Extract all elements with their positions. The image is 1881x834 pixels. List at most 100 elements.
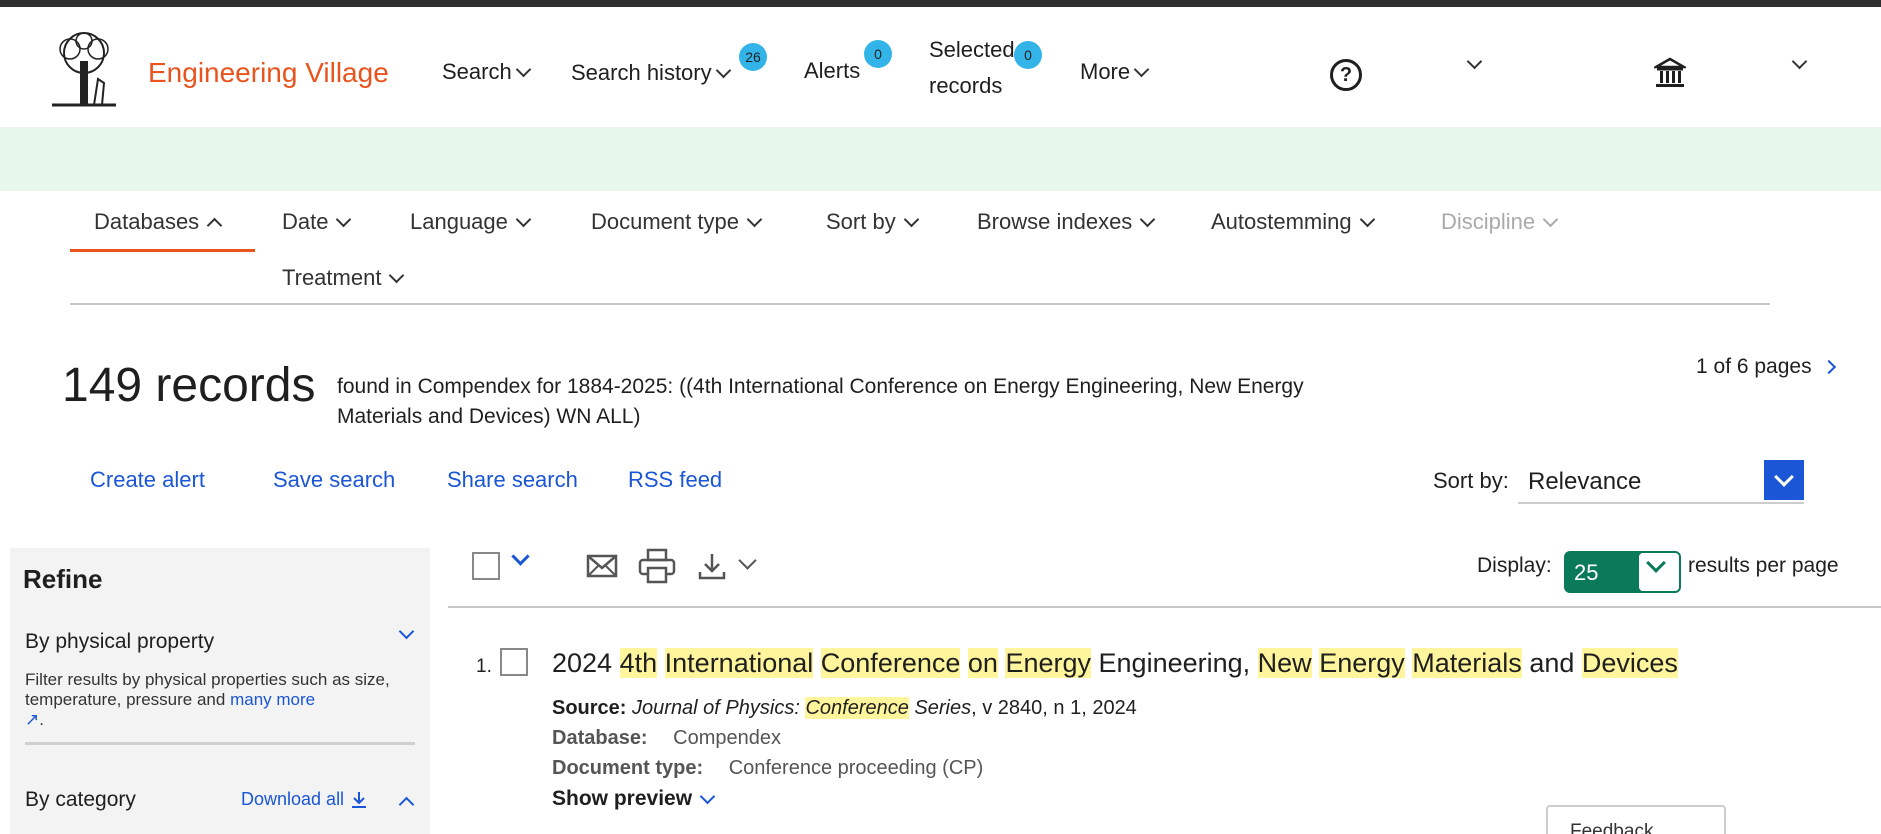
chevron-down-icon — [1542, 211, 1559, 227]
nav-more[interactable]: More — [1080, 59, 1150, 85]
filter-browse-indexes[interactable]: Browse indexes — [977, 209, 1156, 235]
download-all-label: Download all — [241, 789, 345, 809]
active-filter-underline — [70, 249, 255, 252]
physical-property-section[interactable]: By physical property — [25, 630, 214, 654]
many-more-link[interactable]: many more — [230, 690, 315, 709]
title-word: Engineering, — [1098, 648, 1251, 678]
filter-databases-label: Databases — [94, 209, 200, 234]
results-per-page-value: 25 — [1574, 560, 1599, 585]
sidebar-divider — [25, 742, 415, 745]
refine-sidebar: Refine By physical property Filter resul… — [10, 548, 430, 834]
results-per-page-select[interactable]: 25 — [1564, 551, 1681, 593]
rss-feed-link[interactable]: RSS feed — [628, 467, 722, 493]
nav-alerts[interactable]: Alerts — [804, 58, 860, 84]
title-word-highlighted: Materials — [1412, 648, 1522, 678]
title-word-highlighted: International — [664, 648, 814, 678]
filter-document-type-label: Document type — [591, 209, 739, 234]
nav-selected-records-line1: Selected — [929, 37, 1015, 62]
filter-date[interactable]: Date — [282, 209, 352, 235]
download-all-link[interactable]: Download all — [241, 789, 368, 810]
chevron-down-icon — [336, 211, 352, 227]
database-label: Database: — [552, 727, 648, 749]
nav-search-history-label: Search history — [571, 60, 712, 85]
download-icon[interactable] — [697, 548, 727, 584]
result-database: Database: Compendex — [552, 727, 781, 750]
filter-treatment[interactable]: Treatment — [282, 265, 405, 291]
document-type-label: Document type: — [552, 757, 704, 779]
physical-property-description-text: Filter results by physical properties su… — [25, 670, 390, 709]
external-link-icon[interactable]: ↗ — [25, 710, 39, 729]
chevron-up-icon — [206, 217, 223, 233]
nav-more-label: More — [1080, 59, 1131, 84]
search-history-count-badge: 26 — [739, 43, 767, 71]
elsevier-tree-logo[interactable] — [42, 31, 126, 109]
chevron-down-icon — [1133, 61, 1150, 77]
result-number: 1. — [476, 656, 492, 677]
feedback-button[interactable]: Feedback — [1546, 805, 1726, 834]
share-search-link[interactable]: Share search — [447, 467, 578, 493]
save-search-link[interactable]: Save search — [273, 467, 395, 493]
header: Engineering Village Search Search histor… — [0, 7, 1881, 127]
filter-autostemming[interactable]: Autostemming — [1211, 209, 1375, 235]
download-icon — [352, 791, 367, 808]
help-icon[interactable]: ? — [1330, 59, 1362, 91]
select-all-checkbox[interactable] — [472, 552, 500, 580]
by-category-chevron-up-icon[interactable] — [398, 796, 415, 813]
results-per-page-suffix: results per page — [1688, 554, 1839, 577]
filter-databases[interactable]: Databases — [94, 209, 223, 235]
result-select-checkbox[interactable] — [500, 648, 528, 676]
by-category-section[interactable]: By category — [25, 788, 136, 812]
chevron-down-icon — [699, 788, 716, 804]
title-word-highlighted: Energy — [1319, 648, 1405, 678]
physical-property-chevron-down-icon[interactable] — [398, 623, 415, 640]
title-word-highlighted: on — [967, 648, 998, 678]
chevron-down-icon — [389, 267, 405, 283]
source-journal-highlighted: Conference — [805, 697, 909, 719]
chevron-down-icon — [903, 211, 919, 227]
nav-search[interactable]: Search — [442, 59, 531, 85]
download-options-chevron-down-icon[interactable] — [738, 551, 757, 570]
nav-selected-records[interactable]: Selected records — [929, 37, 1015, 99]
nav-alerts-label: Alerts — [804, 58, 861, 83]
institution-menu-chevron-down-icon[interactable] — [1791, 53, 1808, 70]
selected-records-count-badge: 0 — [1014, 41, 1042, 69]
chevron-down-icon — [515, 61, 531, 77]
pagination: 1 of 6 pages — [1696, 355, 1836, 379]
results-per-page-dropdown-button[interactable] — [1639, 553, 1679, 591]
filter-language[interactable]: Language — [410, 209, 532, 235]
document-type-value: Conference proceeding (CP) — [728, 757, 984, 779]
title-word: and — [1529, 648, 1575, 678]
nav-search-label: Search — [442, 59, 512, 84]
select-options-chevron-down-icon[interactable] — [511, 547, 530, 566]
institution-icon[interactable] — [1654, 57, 1686, 89]
chevron-right-icon[interactable] — [1821, 359, 1836, 375]
filter-discipline: Discipline — [1441, 209, 1559, 235]
sort-by-select[interactable]: Relevance — [1518, 460, 1804, 504]
chevron-down-icon — [1140, 211, 1156, 227]
show-preview-label: Show preview — [552, 787, 693, 810]
filter-document-type[interactable]: Document type — [591, 209, 763, 235]
chevron-down-icon — [515, 211, 532, 227]
sort-by-dropdown-button[interactable] — [1764, 460, 1804, 500]
title-word-highlighted: 4th — [619, 648, 658, 678]
notification-banner — [0, 127, 1881, 191]
email-icon[interactable] — [586, 548, 618, 584]
result-title[interactable]: 2024 4th International Conference on Ene… — [552, 648, 1678, 679]
result-document-type: Document type: Conference proceeding (CP… — [552, 757, 983, 780]
alerts-count-badge: 0 — [864, 40, 892, 68]
top-bar — [0, 0, 1881, 7]
nav-search-history[interactable]: Search history — [571, 60, 731, 86]
sort-by-label: Sort by: — [1433, 468, 1509, 493]
create-alert-link[interactable]: Create alert — [90, 467, 205, 493]
print-icon[interactable] — [638, 548, 676, 584]
filter-language-label: Language — [410, 209, 508, 234]
show-preview-toggle[interactable]: Show preview — [552, 787, 716, 811]
chevron-down-icon — [1646, 553, 1666, 573]
help-menu-chevron-down-icon[interactable] — [1466, 53, 1483, 70]
filter-sort-by[interactable]: Sort by — [826, 209, 919, 235]
chevron-down-icon — [1774, 467, 1794, 487]
title-word: 2024 — [552, 648, 613, 678]
filter-sort-by-label: Sort by — [826, 209, 896, 234]
brand-name[interactable]: Engineering Village — [148, 57, 389, 89]
result-source: Source: Journal of Physics: Conference S… — [552, 697, 1137, 720]
